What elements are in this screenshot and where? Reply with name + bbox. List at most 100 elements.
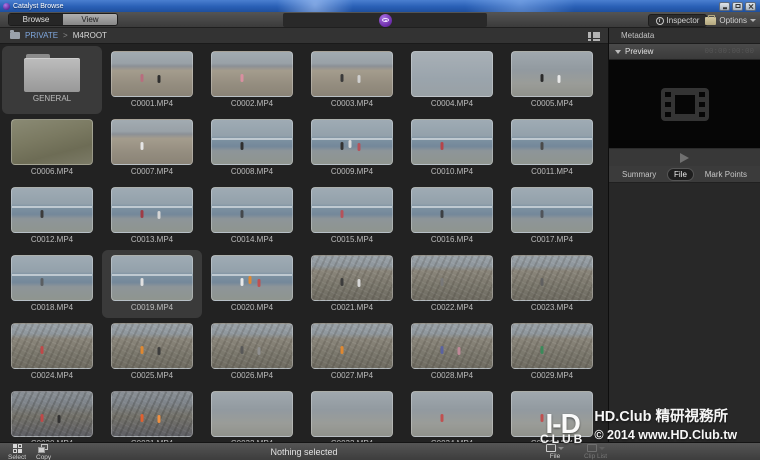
clip-name: C0013.MP4 (131, 235, 173, 244)
clip-thumbnail[interactable] (311, 187, 393, 233)
clip-name: C0001.MP4 (131, 99, 173, 108)
person-figure (541, 278, 544, 286)
clip-tile[interactable]: C0030.MP4 (2, 386, 102, 442)
clip-thumbnail[interactable] (111, 391, 193, 437)
clip-tile[interactable]: C0034.MP4 (402, 386, 502, 442)
clip-tile[interactable]: C0011.MP4 (502, 114, 602, 182)
clip-thumbnail[interactable] (11, 255, 93, 301)
clip-name: C0004.MP4 (431, 99, 473, 108)
person-figure (58, 415, 61, 423)
clip-tile[interactable]: C0002.MP4 (202, 46, 302, 114)
options-button[interactable]: Options (705, 14, 756, 27)
clip-tile[interactable]: C0031.MP4 (102, 386, 202, 442)
clip-tile[interactable]: C0009.MP4 (302, 114, 402, 182)
hdclub-logo: I-D CLUB (540, 413, 585, 444)
clip-thumbnail[interactable] (311, 119, 393, 165)
collapse-icon[interactable] (615, 50, 621, 54)
clip-tile[interactable]: C0013.MP4 (102, 182, 202, 250)
clip-tile[interactable]: C0020.MP4 (202, 250, 302, 318)
clip-tile[interactable]: C0003.MP4 (302, 46, 402, 114)
clip-tile[interactable]: C0005.MP4 (502, 46, 602, 114)
folder-tile-general[interactable]: GENERAL (2, 46, 102, 114)
tab-mark-points[interactable]: Mark Points (699, 169, 753, 180)
inspector-button[interactable]: i Inspector (648, 14, 707, 27)
clip-thumbnail[interactable] (311, 255, 393, 301)
clip-thumbnail[interactable] (411, 119, 493, 165)
clip-tile[interactable]: C0022.MP4 (402, 250, 502, 318)
clip-thumbnail[interactable] (111, 51, 193, 97)
clip-thumbnail[interactable] (111, 255, 193, 301)
clip-tile[interactable]: C0004.MP4 (402, 46, 502, 114)
tab-file[interactable]: File (667, 168, 694, 181)
breadcrumb-root[interactable]: PRIVATE (25, 31, 58, 40)
tab-summary[interactable]: Summary (616, 169, 662, 180)
clip-thumbnail[interactable] (511, 51, 593, 97)
clip-thumbnail[interactable] (11, 391, 93, 437)
play-button[interactable] (680, 153, 689, 163)
clip-thumbnail[interactable] (211, 255, 293, 301)
clip-thumbnail[interactable] (511, 187, 593, 233)
clip-thumbnail[interactable] (311, 51, 393, 97)
list-view-toggle-icon[interactable] (588, 32, 600, 41)
clip-thumbnail[interactable] (111, 119, 193, 165)
person-figure (558, 75, 561, 83)
clip-tile[interactable]: C0019.MP4 (102, 250, 202, 318)
clip-tile[interactable]: C0021.MP4 (302, 250, 402, 318)
clip-tile[interactable]: C0015.MP4 (302, 182, 402, 250)
clip-thumbnail[interactable] (511, 119, 593, 165)
clip-tile[interactable]: C0032.MP4 (202, 386, 302, 442)
clip-name: C0015.MP4 (331, 235, 373, 244)
maximize-button[interactable] (732, 2, 743, 11)
clip-tile[interactable]: C0016.MP4 (402, 182, 502, 250)
clip-tile[interactable]: C0017.MP4 (502, 182, 602, 250)
clip-thumbnail[interactable] (111, 323, 193, 369)
clip-thumbnail[interactable] (11, 187, 93, 233)
clip-thumbnail[interactable] (411, 255, 493, 301)
person-figure (41, 414, 44, 422)
person-figure (341, 210, 344, 218)
file-button[interactable]: File (546, 444, 564, 460)
clip-tile[interactable]: C0024.MP4 (2, 318, 102, 386)
clip-tile[interactable]: C0029.MP4 (502, 318, 602, 386)
clip-tile[interactable]: C0027.MP4 (302, 318, 402, 386)
clip-thumbnail[interactable] (211, 323, 293, 369)
clip-tile[interactable]: C0033.MP4 (302, 386, 402, 442)
clip-thumbnail[interactable] (11, 119, 93, 165)
browse-tab[interactable]: Browse (9, 14, 63, 25)
clip-tile[interactable]: C0001.MP4 (102, 46, 202, 114)
preview-header[interactable]: Preview 00:00:00:00 (609, 44, 760, 60)
clip-thumbnail[interactable] (211, 51, 293, 97)
clip-thumbnail[interactable] (311, 323, 393, 369)
clip-tile[interactable]: C0010.MP4 (402, 114, 502, 182)
clip-tile[interactable]: C0026.MP4 (202, 318, 302, 386)
clip-thumbnail[interactable] (411, 51, 493, 97)
clip-tile[interactable]: C0008.MP4 (202, 114, 302, 182)
hdclub-watermark: I-D CLUB HD.Club 精研視務所 © 2014 www.HD.Clu… (540, 408, 737, 444)
clip-thumbnail[interactable] (11, 323, 93, 369)
person-figure (158, 75, 161, 83)
clip-tile[interactable]: C0023.MP4 (502, 250, 602, 318)
clip-thumbnail[interactable] (411, 187, 493, 233)
clip-list-button[interactable]: Clip List (584, 444, 607, 460)
clip-thumbnail[interactable] (211, 119, 293, 165)
clip-thumbnail[interactable] (511, 255, 593, 301)
clip-tile[interactable]: C0012.MP4 (2, 182, 102, 250)
clip-tile[interactable]: C0006.MP4 (2, 114, 102, 182)
clip-tile[interactable]: C0014.MP4 (202, 182, 302, 250)
clip-name: C0028.MP4 (431, 371, 473, 380)
clip-thumbnail[interactable] (411, 391, 493, 437)
clip-thumbnail[interactable] (111, 187, 193, 233)
clip-thumbnail[interactable] (411, 323, 493, 369)
close-button[interactable] (745, 2, 756, 11)
minimize-button[interactable] (719, 2, 730, 11)
view-tab[interactable]: View (63, 14, 117, 25)
clip-name: C0027.MP4 (331, 371, 373, 380)
clip-thumbnail[interactable] (211, 187, 293, 233)
clip-tile[interactable]: C0007.MP4 (102, 114, 202, 182)
clip-tile[interactable]: C0028.MP4 (402, 318, 502, 386)
clip-tile[interactable]: C0025.MP4 (102, 318, 202, 386)
clip-thumbnail[interactable] (511, 323, 593, 369)
clip-thumbnail[interactable] (311, 391, 393, 437)
clip-tile[interactable]: C0018.MP4 (2, 250, 102, 318)
clip-thumbnail[interactable] (211, 391, 293, 437)
